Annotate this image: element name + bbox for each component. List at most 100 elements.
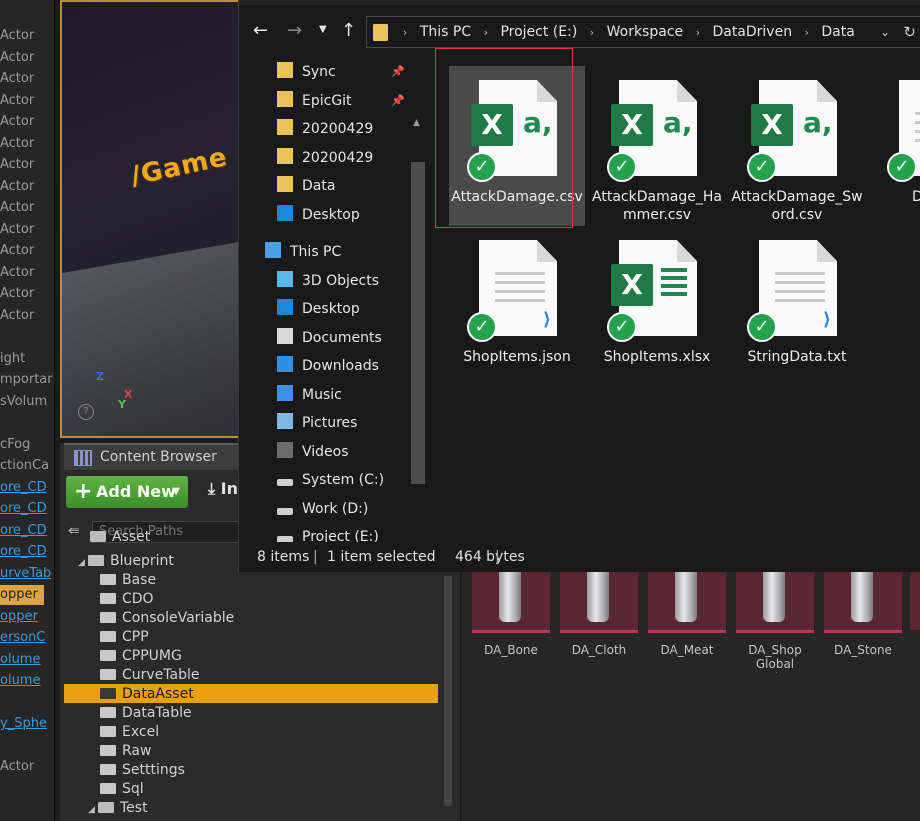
tree-item-blueprint[interactable]: ◢ Blueprint (78, 552, 174, 571)
outliner-item[interactable]: ore_CD (0, 542, 47, 562)
asset-tile[interactable]: DA_Shop Global Settings (736, 570, 814, 682)
outliner-item[interactable]: olume (0, 650, 40, 670)
outliner-item[interactable]: urveTab (0, 564, 51, 584)
address-history-chevron-icon[interactable]: ⌄ (880, 17, 890, 47)
folder-icon (277, 148, 293, 164)
outliner-item[interactable]: Actor (0, 284, 34, 304)
tree-item-dataasset[interactable]: DataAsset (100, 685, 194, 704)
outliner-item[interactable]: Actor (0, 220, 34, 240)
address-bar[interactable]: › This PC › Project (E:) › Workspace › D… (366, 16, 920, 48)
outliner-item[interactable]: sVolum (0, 392, 47, 412)
file-item[interactable]: Xa, ✓ AttackDamage_Sword.csv (729, 66, 865, 226)
outliner-item[interactable]: Actor (0, 26, 34, 46)
nav-item[interactable]: 3D Objects (277, 267, 379, 295)
outliner-item[interactable]: Actor (0, 112, 34, 132)
asset-thumbnail (472, 570, 550, 633)
tree-item-setttings[interactable]: Setttings (100, 761, 185, 780)
outliner-item[interactable]: olume (0, 671, 40, 691)
tree-item-excel[interactable]: Excel (100, 723, 159, 742)
outliner-item[interactable]: mportar (0, 370, 53, 390)
nav-item[interactable]: Desktop (277, 201, 360, 229)
up-arrow-icon[interactable]: ↑ (341, 20, 356, 41)
tree-item-cppumg[interactable]: CPPUMG (100, 647, 182, 666)
recent-locations-chevron-icon[interactable]: ▼ (319, 24, 327, 35)
outliner-item[interactable]: ore_CD (0, 478, 47, 498)
file-item[interactable]: ⟩ ✓ StringData.txt (729, 226, 865, 386)
file-item[interactable]: X ✓ ShopItems.xlsx (589, 226, 725, 386)
asset-tile-partial[interactable] (910, 570, 920, 630)
add-new-button[interactable]: + Add New ▼ (66, 476, 188, 508)
tree-item-datatable[interactable]: DataTable (100, 704, 192, 723)
outliner-item[interactable]: Actor (0, 155, 34, 175)
outliner-item[interactable]: Actor (0, 69, 34, 89)
outliner-item[interactable]: ore_CD (0, 499, 47, 519)
navigation-pane-scrollbar[interactable] (411, 162, 425, 484)
outliner-item[interactable]: Actor (0, 177, 34, 197)
tree-item-sql[interactable]: Sql (100, 780, 144, 799)
scroll-up-icon[interactable]: ▲ (413, 118, 420, 128)
tree-item-test[interactable]: ◢ Test (88, 799, 148, 818)
nav-item[interactable]: Desktop (277, 295, 360, 323)
help-icon[interactable]: ? (78, 404, 94, 420)
refresh-icon[interactable]: ↻ (903, 17, 916, 47)
outliner-item[interactable]: Actor (0, 241, 34, 261)
nav-item[interactable]: This PC (265, 238, 341, 266)
breadcrumb-item[interactable]: DataDriven (712, 24, 792, 40)
outliner-item[interactable]: Actor (0, 306, 34, 326)
tree-item-raw[interactable]: Raw (100, 742, 151, 761)
tree-item-cpp[interactable]: CPP (100, 628, 149, 647)
file-item[interactable]: ✓ DataDr (869, 66, 920, 226)
nav-item[interactable]: Documents (277, 324, 382, 352)
breadcrumb-item[interactable]: Project (E:) (500, 24, 577, 40)
asset-tile[interactable]: DA_Stone (824, 570, 902, 682)
asset-tile[interactable]: DA_Bone (472, 570, 550, 682)
file-item[interactable]: Xa, ✓ AttackDamage_Hammer.csv (589, 66, 725, 226)
tree-scrollbar[interactable] (444, 576, 452, 806)
outliner-item[interactable]: Actor (0, 757, 34, 777)
nav-item[interactable]: Work (D:) (277, 495, 368, 523)
nav-item[interactable]: Downloads (277, 352, 379, 380)
outliner-item[interactable]: Actor (0, 48, 34, 68)
outliner-item[interactable]: opper (0, 607, 38, 627)
outliner-item[interactable]: ctionCa (0, 456, 49, 476)
tree-item-curvetable[interactable]: CurveTable (100, 666, 200, 685)
status-bar: 8 items | 1 item selected 464 bytes | (239, 542, 920, 572)
nav-item[interactable]: Pictures (277, 409, 357, 437)
outliner-item[interactable]: ight (0, 349, 25, 369)
pin-icon[interactable]: 📌 (391, 58, 405, 86)
nav-item[interactable]: Music (277, 381, 342, 409)
breadcrumb-item[interactable]: This PC (420, 24, 471, 40)
outliner-item[interactable]: Actor (0, 91, 34, 111)
asset-tile[interactable]: DA_Cloth (560, 570, 638, 682)
outliner-item[interactable]: ersonC (0, 628, 45, 648)
outliner-item[interactable]: opper (0, 585, 44, 605)
outliner-item[interactable]: cFog (0, 435, 30, 455)
breadcrumb-item[interactable]: Data (821, 24, 854, 40)
tab-content-browser[interactable]: Content Browser (64, 443, 240, 470)
breadcrumb-item[interactable]: Workspace (607, 24, 684, 40)
outliner-item[interactable]: ore_CD (0, 521, 47, 541)
nav-item[interactable]: Videos (277, 438, 349, 466)
asset-tile[interactable]: DA_Meat (648, 570, 726, 682)
nav-item[interactable]: Sync 📌 (277, 58, 405, 86)
pin-icon[interactable]: 📌 (391, 87, 405, 115)
tree-item-asset[interactable]: Asset (90, 528, 150, 547)
outliner-item[interactable]: Actor (0, 198, 34, 218)
import-button[interactable]: ⤓ In (208, 479, 238, 499)
forward-arrow-icon[interactable]: → (287, 20, 302, 41)
nav-item[interactable]: Data (277, 172, 335, 200)
back-arrow-icon[interactable]: ← (253, 20, 268, 41)
nav-item[interactable]: System (C:) (277, 466, 384, 494)
file-item[interactable]: ⟩ ✓ ShopItems.json (449, 226, 585, 386)
level-viewport[interactable]: /Game Z Y X ? (60, 0, 240, 438)
tree-item-cdo[interactable]: CDO (100, 590, 154, 609)
outliner-item[interactable]: y_Sphe (0, 714, 47, 734)
nav-item[interactable]: EpicGit 📌 (277, 87, 405, 115)
collapse-sources-icon[interactable]: ⇚ (68, 523, 80, 539)
tree-item-base[interactable]: Base (100, 571, 156, 590)
nav-item[interactable]: 20200429 (277, 144, 373, 172)
outliner-item[interactable]: Actor (0, 134, 34, 154)
tree-item-consolevariable[interactable]: ConsoleVariable (100, 609, 234, 628)
outliner-item[interactable]: Actor (0, 263, 34, 283)
nav-item[interactable]: 20200429 (277, 115, 373, 143)
